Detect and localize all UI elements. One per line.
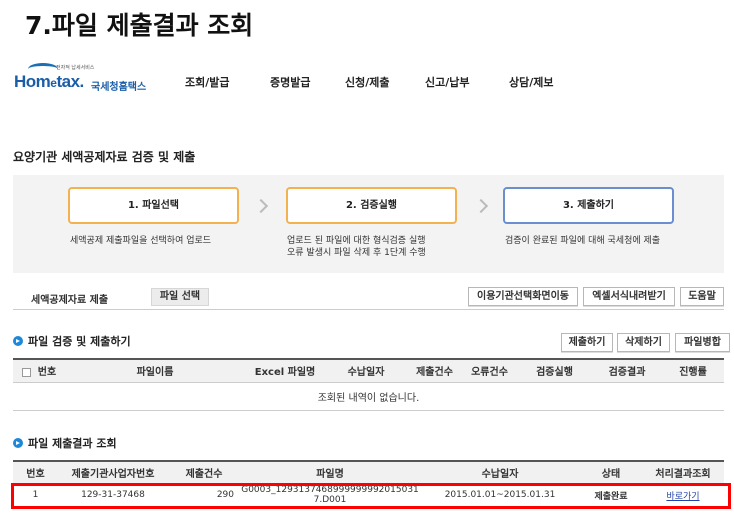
menu-certificate[interactable]: 증명발급: [270, 74, 310, 90]
col-verify-run: 검증실행: [517, 358, 592, 383]
col-status: 상태: [580, 460, 642, 485]
col-action: 처리결과조회: [642, 460, 724, 485]
results-table-header: 번호 제출기관사업자번호 제출건수 파일명 수납일자 상태 처리결과조회: [13, 460, 724, 485]
step-1-desc: 세액공제 제출파일을 선택하여 업로드: [70, 235, 211, 247]
col-date: 수납일자: [420, 460, 580, 485]
col-no: 번호: [13, 460, 58, 485]
submit-button[interactable]: 제출하기: [561, 333, 613, 352]
col-filename: 파일이름: [65, 358, 245, 383]
chevron-right-icon: [473, 198, 489, 214]
chevron-right-icon: [253, 198, 269, 214]
col-date: 수납일자: [325, 358, 407, 383]
table-row: 조회된 내역이 없습니다.: [13, 382, 724, 411]
results-section-title: 파일 제출결과 조회: [13, 435, 117, 451]
step-3-desc: 검증이 완료된 파일에 대해 국세청에 제출: [505, 235, 660, 247]
col-count: 제출건수: [168, 460, 240, 485]
col-errors: 오류건수: [462, 358, 517, 383]
step-2-desc: 업로드 된 파일에 대한 형식검증 실행오류 발생시 파일 삭제 후 1단계 수…: [287, 235, 426, 259]
steps-panel: 1. 파일선택 2. 검증실행 3. 제출하기 세액공제 제출파일을 선택하여 …: [13, 175, 724, 273]
col-excel: Excel 파일명: [245, 358, 325, 383]
step-3-desc-line: 검증이 완료된 파일에 대해 국세청에 제출: [505, 236, 661, 246]
menu-application[interactable]: 신청/제출: [345, 74, 390, 90]
col-file: 파일명: [240, 460, 420, 485]
logo-wordmark: Hometax.: [14, 72, 84, 92]
logo-subtitle: 전자적 납세서비스: [56, 65, 95, 71]
step-3-submit[interactable]: 3. 제출하기: [503, 187, 674, 224]
step-1-desc-line: 세액공제 제출파일을 선택하여 업로드: [70, 236, 212, 246]
logo-wordmark-b: tax.: [56, 72, 84, 91]
logo-wordmark-a: Hom: [14, 72, 51, 91]
hometax-logo[interactable]: 전자적 납세서비스 Hometax. 국세청홈택스: [14, 63, 154, 93]
row-highlight-box: [11, 483, 731, 509]
help-button[interactable]: 도움말: [680, 287, 724, 306]
menu-inquiry[interactable]: 조회/발급: [185, 74, 230, 90]
menu-report-payment[interactable]: 신고/납부: [425, 74, 470, 90]
bullet-icon: [13, 336, 23, 346]
step-1-file-select[interactable]: 1. 파일선택: [68, 187, 239, 224]
tab-label: 세액공제자료 제출: [31, 295, 109, 306]
col-count: 제출건수: [407, 358, 462, 383]
logo-korean: 국세청홈택스: [91, 82, 147, 93]
col-no: 번호: [13, 358, 65, 383]
step-2-desc-line-2: 오류 발생시 파일 삭제 후 1단계 수행: [287, 248, 426, 258]
verify-section-title: 파일 검증 및 제출하기: [13, 333, 131, 349]
col-biz-no: 제출기관사업자번호: [58, 460, 168, 485]
bullet-icon: [13, 438, 23, 448]
step-2-desc-line-1: 업로드 된 파일에 대한 형식검증 실행: [287, 236, 426, 246]
merge-button[interactable]: 파일병합: [675, 333, 730, 352]
action-bar: 세액공제자료 제출 파일 선택 이용기관선택화면이동 엑셀서식내려받기 도움말: [13, 285, 724, 310]
empty-message: 조회된 내역이 없습니다.: [13, 382, 724, 411]
verify-title-text: 파일 검증 및 제출하기: [28, 335, 131, 348]
col-verify-result: 검증결과: [592, 358, 662, 383]
page-title: 7.파일 제출결과 조회: [25, 11, 254, 40]
section-title: 요양기관 세액공제자료 검증 및 제출: [13, 150, 196, 164]
col-no-label: 번호: [37, 367, 57, 379]
results-title-text: 파일 제출결과 조회: [28, 437, 117, 450]
menu-consult[interactable]: 상담/제보: [509, 74, 554, 90]
excel-template-download-button[interactable]: 엑셀서식내려받기: [583, 287, 675, 306]
file-select-button[interactable]: 파일 선택: [151, 288, 209, 306]
select-all-checkbox[interactable]: [21, 367, 31, 377]
col-progress: 진행률: [662, 358, 724, 383]
delete-button[interactable]: 삭제하기: [617, 333, 670, 352]
verify-table: 번호 파일이름 Excel 파일명 수납일자 제출건수 오류건수 검증실행 검증…: [13, 358, 724, 411]
top-navigation: 전자적 납세서비스 Hometax. 국세청홈택스 조회/발급 증명발급 신청/…: [14, 63, 724, 94]
org-select-move-button[interactable]: 이용기관선택화면이동: [468, 287, 578, 306]
step-2-verify[interactable]: 2. 검증실행: [286, 187, 457, 224]
verify-table-header: 번호 파일이름 Excel 파일명 수납일자 제출건수 오류건수 검증실행 검증…: [13, 358, 724, 383]
